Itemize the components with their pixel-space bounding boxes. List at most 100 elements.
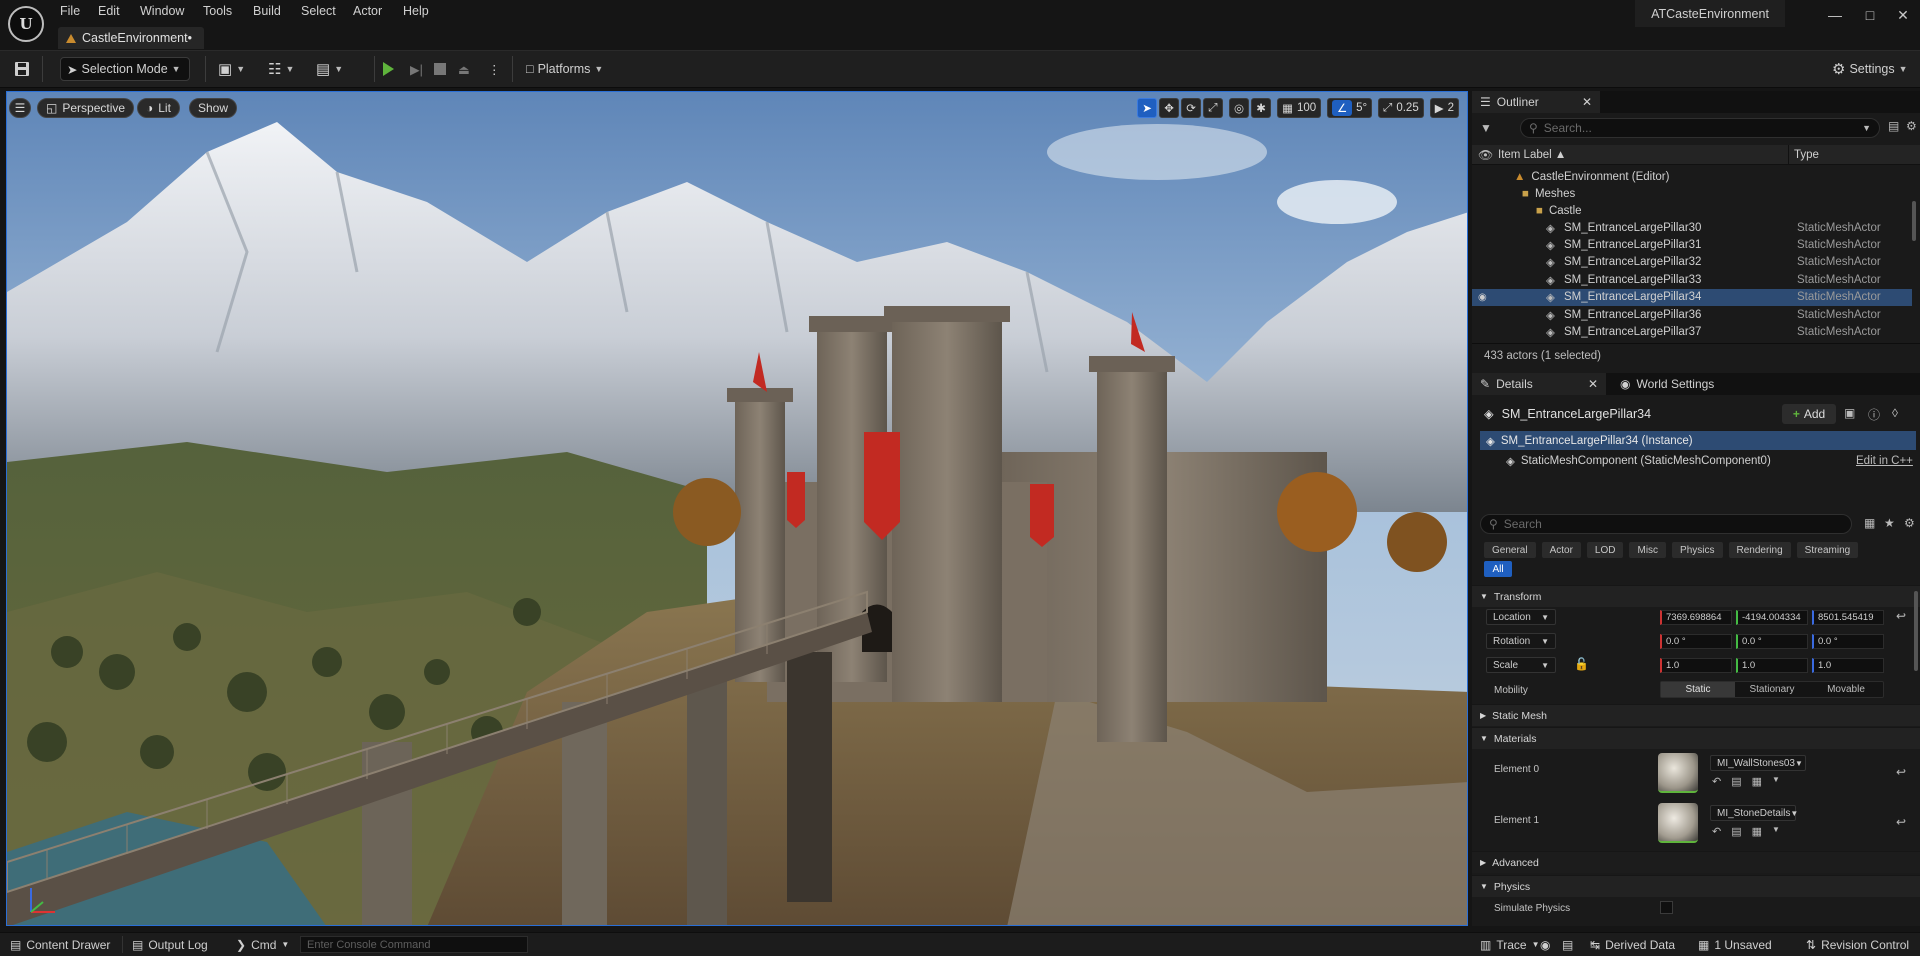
play-button[interactable] bbox=[383, 57, 394, 81]
perspective-button[interactable]: ◱ Perspective bbox=[37, 98, 135, 118]
simulate-physics-checkbox[interactable] bbox=[1660, 901, 1673, 914]
category-lod[interactable]: LOD bbox=[1586, 542, 1624, 558]
instance-row[interactable]: ◈ SM_EntranceLargePillar34 (Instance) bbox=[1480, 431, 1916, 450]
play-options-icon[interactable]: ⋮ bbox=[488, 57, 501, 81]
category-streaming[interactable]: Streaming bbox=[1796, 542, 1859, 558]
menu-file[interactable]: File bbox=[60, 4, 80, 22]
level-viewport[interactable]: ☰ ◱ Perspective ◑ Lit Show ➤ ✥ ⟳ ⤢ ◎ ✱ ▦… bbox=[6, 91, 1468, 926]
tree-root[interactable]: ▲ CastleEnvironment (Editor) bbox=[1514, 168, 1669, 185]
gear-icon[interactable]: ⚙ bbox=[1906, 119, 1917, 133]
rotate-tool-icon[interactable]: ⟳ bbox=[1181, 98, 1202, 118]
category-general[interactable]: General bbox=[1484, 542, 1536, 558]
add-component-button[interactable]: + Add bbox=[1782, 404, 1836, 424]
outliner-row[interactable]: ◈ SM_EntranceLargePillar31 StaticMeshActor bbox=[1472, 236, 1912, 253]
menu-select[interactable]: Select bbox=[301, 4, 336, 22]
element1-material-dropdown[interactable]: MI_StoneDetails ▼ bbox=[1710, 805, 1798, 821]
reset-icon[interactable]: ↩ bbox=[1896, 609, 1906, 623]
transform-header[interactable]: ▼ Transform bbox=[1472, 585, 1920, 607]
material-options-icon[interactable]: ▦ bbox=[1752, 775, 1762, 788]
close-window-icon[interactable]: ✕ bbox=[1888, 4, 1918, 26]
edit-cpp-link[interactable]: Edit in C++ bbox=[1856, 452, 1913, 469]
menu-actor[interactable]: Actor bbox=[353, 4, 382, 22]
derived-data-button[interactable]: ↹ Derived Data bbox=[1590, 936, 1675, 953]
help-icon[interactable]: ⓘ bbox=[1868, 406, 1880, 423]
browse-icon[interactable]: ▤ bbox=[1731, 825, 1741, 838]
rotation-mode-dropdown[interactable]: Rotation ▼ bbox=[1486, 633, 1556, 649]
location-mode-dropdown[interactable]: Location ▼ bbox=[1486, 609, 1556, 625]
rotation-x-field[interactable]: 0.0 ° bbox=[1660, 634, 1732, 649]
use-selected-icon[interactable]: ↶ bbox=[1712, 775, 1721, 788]
stop-icon[interactable] bbox=[434, 57, 446, 81]
translate-tool-icon[interactable]: ✥ bbox=[1159, 98, 1180, 118]
lock-scale-icon[interactable]: 🔓 bbox=[1574, 657, 1589, 671]
star-icon[interactable]: ★ bbox=[1884, 516, 1895, 530]
folder-castle[interactable]: ■ Castle bbox=[1536, 202, 1582, 219]
unreal-logo-icon[interactable]: U bbox=[8, 6, 44, 42]
outliner-row[interactable]: ◉ ◈ SM_EntranceLargePillar34 StaticMeshActo… bbox=[1472, 288, 1912, 306]
visibility-icon[interactable]: ◉ bbox=[1478, 292, 1487, 303]
browse-icon[interactable]: ▤ bbox=[1731, 775, 1741, 788]
scale-mode-dropdown[interactable]: Scale ▼ bbox=[1486, 657, 1556, 673]
menu-help[interactable]: Help bbox=[403, 4, 429, 22]
category-misc[interactable]: Misc bbox=[1629, 542, 1667, 558]
menu-window[interactable]: Window bbox=[140, 4, 184, 22]
gear-icon[interactable]: ⚙ bbox=[1904, 516, 1915, 530]
category-rendering[interactable]: Rendering bbox=[1728, 542, 1791, 558]
location-y-field[interactable]: -4194.004334 bbox=[1736, 610, 1808, 625]
component-row[interactable]: ◈ StaticMeshComponent (StaticMeshCompone… bbox=[1506, 452, 1771, 469]
show-button[interactable]: Show bbox=[189, 98, 238, 118]
material-thumbnail[interactable] bbox=[1658, 803, 1698, 843]
menu-edit[interactable]: Edit bbox=[98, 4, 120, 22]
reset-icon[interactable]: ↩ bbox=[1896, 765, 1906, 779]
view-mode-button[interactable]: ◑ Lit bbox=[137, 98, 180, 118]
col-item-label[interactable]: Item Label ▲ bbox=[1498, 146, 1566, 163]
tab-details[interactable]: ✎ Details ✕ bbox=[1472, 373, 1606, 395]
mobility-movable[interactable]: Movable bbox=[1809, 682, 1883, 697]
lock-icon[interactable]: ◊ bbox=[1892, 406, 1898, 420]
material-options-icon[interactable]: ▦ bbox=[1752, 825, 1762, 838]
minimize-icon[interactable]: — bbox=[1820, 4, 1850, 26]
maximize-icon[interactable]: □ bbox=[1855, 4, 1885, 26]
physics-header[interactable]: ▼ Physics bbox=[1472, 875, 1920, 897]
details-scrollbar[interactable] bbox=[1914, 591, 1918, 671]
cinematics-icon[interactable]: ▤ ▼ bbox=[316, 57, 343, 81]
table-view-icon[interactable]: ▦ bbox=[1864, 516, 1875, 530]
tab-outliner[interactable]: ☰ Outliner ✕ bbox=[1472, 91, 1600, 113]
filter-icon[interactable]: ▼ bbox=[1480, 118, 1502, 138]
category-all[interactable]: All bbox=[1484, 561, 1512, 577]
scale-snap-button[interactable]: ⤢ 0.25 bbox=[1378, 98, 1424, 118]
advanced-header[interactable]: ▶ Advanced bbox=[1472, 851, 1920, 873]
world-space-icon[interactable]: ◎ bbox=[1229, 98, 1250, 118]
content-drawer-button[interactable]: ▤ Content Drawer bbox=[10, 936, 110, 953]
material-thumbnail[interactable] bbox=[1658, 753, 1698, 793]
static-mesh-header[interactable]: ▶ Static Mesh bbox=[1472, 704, 1920, 726]
add-actor-icon[interactable]: ▣ ▼ bbox=[218, 57, 245, 81]
close-icon[interactable]: ✕ bbox=[1582, 95, 1592, 109]
outliner-row[interactable]: ◈ SM_EntranceLargePillar32 StaticMeshActor bbox=[1472, 254, 1912, 271]
tab-castle-environment[interactable]: CastleEnvironment• bbox=[58, 27, 204, 49]
blueprints-icon[interactable]: ☷ ▼ bbox=[268, 57, 294, 81]
record-icon[interactable]: ◉ bbox=[1540, 936, 1550, 953]
materials-header[interactable]: ▼ Materials bbox=[1472, 727, 1920, 749]
surface-snap-icon[interactable]: ✱ bbox=[1251, 98, 1272, 118]
eject-icon[interactable]: ⏏ bbox=[458, 57, 470, 81]
scale-y-field[interactable]: 1.0 bbox=[1736, 658, 1808, 673]
menu-build[interactable]: Build bbox=[253, 4, 281, 22]
outliner-row[interactable]: ◈ SM_EntranceLargePillar37 StaticMeshActor bbox=[1472, 323, 1912, 340]
save-icon[interactable] bbox=[14, 57, 30, 81]
reset-icon[interactable]: ↩ bbox=[1896, 815, 1906, 829]
col-type[interactable]: Type bbox=[1794, 146, 1819, 163]
category-actor[interactable]: Actor bbox=[1541, 542, 1581, 558]
chevron-down-icon[interactable]: ▼ bbox=[1772, 775, 1780, 788]
revision-control-button[interactable]: ⇅ Revision Control bbox=[1806, 936, 1909, 953]
grid-snap-button[interactable]: ▦ 100 bbox=[1277, 98, 1322, 118]
outliner-row[interactable]: ◈ SM_EntranceLargePillar36 StaticMeshActor bbox=[1472, 306, 1912, 323]
advance-frame-icon[interactable]: ▶​| bbox=[410, 57, 423, 81]
trace-button[interactable]: ▥ Trace ▼ bbox=[1480, 936, 1540, 953]
scale-z-field[interactable]: 1.0 bbox=[1812, 658, 1884, 673]
details-search-input[interactable]: ⚲ Search bbox=[1480, 514, 1852, 534]
selection-mode-dropdown[interactable]: ➤ Selection Mode ▼ bbox=[60, 57, 190, 81]
scale-x-field[interactable]: 1.0 bbox=[1660, 658, 1732, 673]
rotation-y-field[interactable]: 0.0 ° bbox=[1736, 634, 1808, 649]
chevron-down-icon[interactable]: ▼ bbox=[1772, 825, 1780, 838]
